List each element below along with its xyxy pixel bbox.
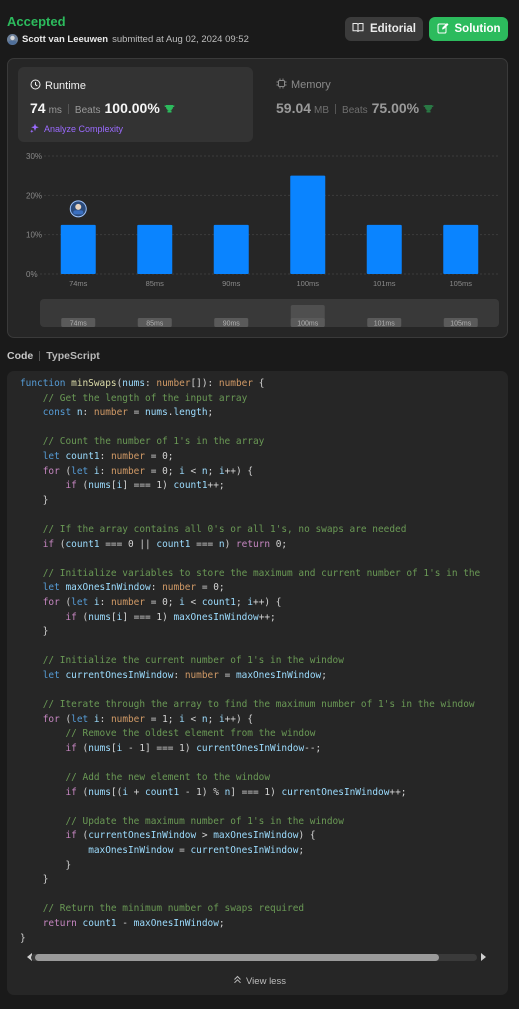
x-tick-label: 74ms [69,279,88,288]
code-line: // If the array contains all 0's or all … [42,523,407,535]
scrubber-label: 100ms [297,321,319,328]
chart-bar [60,224,96,274]
y-tick-label: 30% [26,152,42,161]
divider [39,351,41,361]
range-scrubber[interactable]: 74ms 85ms 90ms 100ms 101ms 105ms [40,299,499,328]
x-tick-label: 90ms [222,279,241,288]
code-line: // Initialize variables to store the max… [42,567,481,579]
submission-status: Accepted [7,14,66,29]
y-tick-label: 10% [26,231,42,240]
editorial-button[interactable]: Editorial [345,17,423,41]
x-tick-label: 100ms [296,279,319,288]
avatar-body [73,210,84,215]
scrubber-label: 101ms [374,321,396,328]
code-line: let count1: number = 0; [42,450,174,462]
scrubber-label: 74ms [70,321,88,328]
view-less-button[interactable]: View less [0,975,519,987]
chart-bar [366,224,402,274]
code-line: // Update the maximum number of 1's in t… [65,815,344,827]
code-header: Code TypeScript [7,350,100,362]
edit-icon [437,22,449,37]
chart-bar [443,224,479,274]
scrubber-track: 74ms 85ms 90ms 100ms 101ms 105ms [61,305,478,328]
y-tick-label: 0% [26,270,38,279]
submitted-timestamp: submitted at Aug 02, 2024 09:52 [112,34,249,45]
code-line: const n: number = nums.length; [42,407,214,419]
chart-bar [213,224,249,274]
y-tick-label: 20% [26,191,42,200]
runtime-distribution-chart: 30% 20% 10% 0% 74ms 85ms 90ms 100ms 101ms 105ms [26,152,499,288]
editorial-label: Editorial [369,23,416,35]
code-line: for (let i: number = 0; i < count1; i++)… [42,596,282,608]
code-line: } [20,874,49,886]
code-line: // Add the new element to the window [65,772,271,784]
code-line: } [20,626,49,638]
code-line: // Get the length of the input array [42,392,248,404]
code-line: // Iterate through the array to find the… [42,699,475,711]
code-label: Code [7,350,34,362]
x-tick-label: 105ms [449,279,472,288]
code-line: } [20,932,26,944]
scrubber-label: 85ms [146,321,164,328]
scroll-right-arrow-icon[interactable] [481,953,486,961]
code-line: if (nums[(i + count1 - 1) % n] === 1) cu… [65,786,407,798]
code-line: if (count1 === 0 || count1 === n) return… [42,538,288,550]
code-line: for (let i: number = 0; i < n; i++) { [42,465,254,477]
code-line: // Remove the oldest element from the wi… [65,728,316,740]
code-content: function minSwaps(nums: number[]): numbe… [20,377,480,946]
book-icon [352,22,364,36]
code-line: function minSwaps(nums: number[]): numbe… [20,378,265,389]
code-line: if (nums[i] === 1) maxOnesInWindow++; [65,611,276,623]
performance-panel: Runtime 74 ms Beats 100.00% Analyze Comp… [7,58,508,338]
avatar-face [75,203,82,210]
code-line: for (let i: number = 1; i < n; i++) { [42,713,254,725]
scrubber-label: 90ms [223,321,241,328]
username-link[interactable]: Scott van Leeuwen [22,34,108,45]
x-tick-label: 85ms [146,279,165,288]
code-line: // Return the minimum number of swaps re… [42,903,305,915]
code-line: let currentOnesInWindow: number = maxOne… [42,669,327,681]
code-line: if (currentOnesInWindow > maxOnesInWindo… [65,830,316,842]
code-line: maxOnesInWindow = currentOnesInWindow; [88,845,305,856]
code-line: return count1 - maxOnesInWindow; [42,917,225,929]
code-line: } [20,859,72,871]
solution-button[interactable]: Solution [429,17,508,41]
scrollbar-thumb[interactable] [35,954,439,961]
code-line: // Initialize the current number of 1's … [42,655,344,667]
chart-bar [290,175,326,274]
code-block[interactable]: function minSwaps(nums: number[]): numbe… [7,371,508,995]
language-label: TypeScript [46,350,100,362]
solution-label: Solution [454,23,501,35]
code-line: if (nums[i] === 1) count1++; [65,480,225,492]
x-tick-label: 101ms [373,279,396,288]
code-line: // Count the number of 1's in the array [42,436,265,448]
horizontal-scrollbar[interactable] [17,951,491,964]
user-avatar[interactable] [7,34,18,45]
code-line: let maxOnesInWindow: number = 0; [42,582,225,594]
scrubber-label: 105ms [450,321,472,328]
code-line: } [20,494,49,506]
view-less-label: View less [246,975,286,987]
code-line: if (nums[i - 1] === 1) currentOnesInWind… [65,742,322,754]
chevron-up-double-icon [233,975,242,987]
chart-bar [137,224,173,274]
submitter-info: Scott van Leeuwen submitted at Aug 02, 2… [7,34,249,45]
